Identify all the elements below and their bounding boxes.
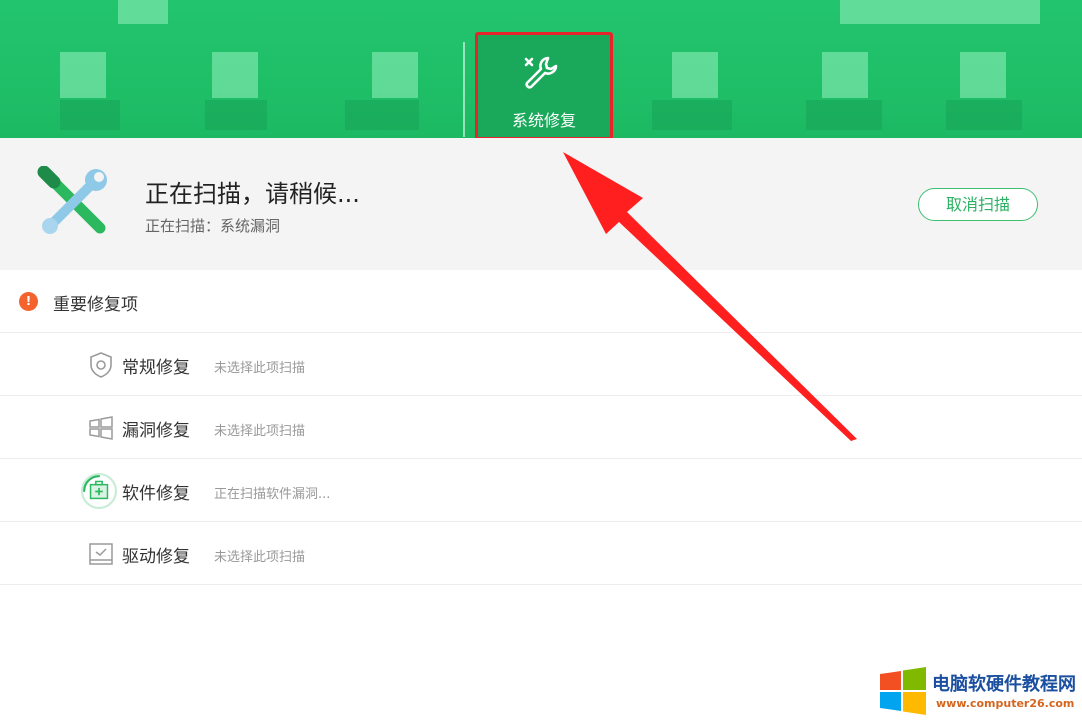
pixelated-tool-6[interactable] <box>960 52 1006 98</box>
scan-subtitle: 正在扫描：系统漏洞 <box>145 217 281 235</box>
list-item-vulnerability-repair[interactable]: 漏洞修复 未选择此项扫描 <box>0 396 1082 459</box>
system-repair-tool-label: 系统修复 <box>511 111 576 130</box>
item-status: 未选择此项扫描 <box>214 424 306 439</box>
driver-icon <box>89 543 113 565</box>
item-name: 常规修复 <box>122 358 190 378</box>
pixelated-tool-1-label <box>60 100 120 130</box>
watermark-url: www.computer26.com <box>936 697 1075 710</box>
toolbar-divider <box>463 42 465 137</box>
watermark-title: 电脑软硬件教程网 <box>932 674 1076 695</box>
site-watermark: 电脑软硬件教程网 www.computer26.com <box>876 664 1082 721</box>
scan-title: 正在扫描，请稍候... <box>145 180 360 208</box>
item-name: 漏洞修复 <box>122 421 190 441</box>
pixelated-tool-2[interactable] <box>212 52 258 98</box>
top-toolbar: 系统修复 <box>0 0 1082 138</box>
pixelated-tool-2-label <box>205 100 267 130</box>
list-item-general-repair[interactable]: 常规修复 未选择此项扫描 <box>0 333 1082 396</box>
pixelated-top-right <box>840 0 1040 24</box>
system-repair-tool-button[interactable]: 系统修复 <box>477 34 611 138</box>
pixelated-tool-5-label <box>806 100 882 130</box>
alert-icon: ! <box>19 292 38 311</box>
pixelated-tool-5[interactable] <box>822 52 868 98</box>
cancel-scan-button[interactable]: 取消扫描 <box>918 188 1038 221</box>
pixelated-tool-4-label <box>652 100 732 130</box>
windows-icon <box>89 416 113 440</box>
section-title: 重要修复项 <box>53 295 138 315</box>
software-box-icon <box>81 473 117 509</box>
list-item-driver-repair[interactable]: 驱动修复 未选择此项扫描 <box>0 522 1082 585</box>
list-item-software-repair[interactable]: 软件修复 正在扫描软件漏洞... <box>0 459 1082 522</box>
item-status: 未选择此项扫描 <box>214 550 306 565</box>
pixelated-tool-6-label <box>946 100 1022 130</box>
pixelated-tool-3[interactable] <box>372 52 418 98</box>
scan-status-panel: 正在扫描，请稍候... 正在扫描：系统漏洞 取消扫描 <box>0 138 1082 270</box>
windows-logo-icon <box>880 667 926 715</box>
item-name: 软件修复 <box>122 484 190 504</box>
wrench-icon <box>524 56 558 89</box>
pixelated-tool-1[interactable] <box>60 52 106 98</box>
pixelated-top-left <box>118 0 168 24</box>
pixelated-tool-3-label <box>345 100 419 130</box>
important-repair-section-header: ! 重要修复项 <box>0 270 1082 333</box>
item-status: 未选择此项扫描 <box>214 361 306 376</box>
pixelated-tool-4[interactable] <box>672 52 718 98</box>
item-status: 正在扫描软件漏洞... <box>214 487 331 502</box>
item-name: 驱动修复 <box>122 547 190 567</box>
shield-icon <box>90 352 112 378</box>
repair-tools-icon <box>37 166 107 234</box>
